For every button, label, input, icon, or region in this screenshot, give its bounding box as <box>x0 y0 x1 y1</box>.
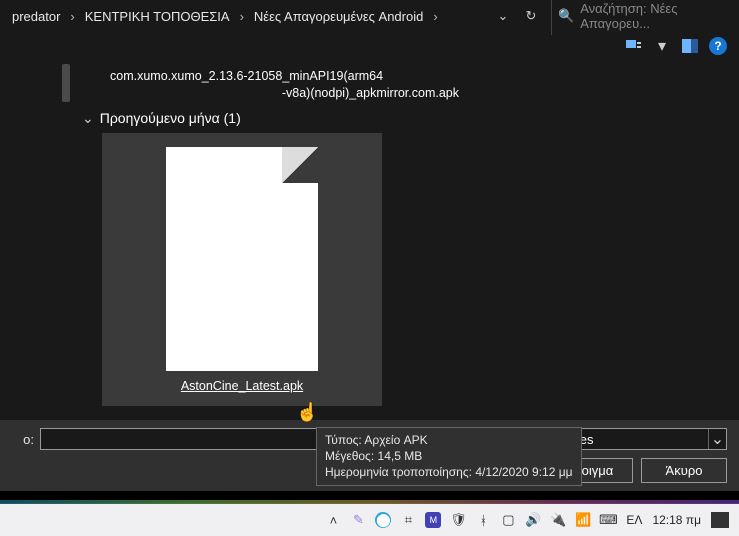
dropdown-icon[interactable]: ▾ <box>653 37 671 55</box>
file-list-area: com.xumo.xumo_2.13.6-21058_minAPI19(arm6… <box>0 60 739 420</box>
chevron-right-icon: › <box>238 9 246 24</box>
notifications-icon[interactable] <box>711 512 729 528</box>
group-header[interactable]: ⌄ Προηγούμενο μήνα (1) <box>78 102 739 131</box>
chevron-right-icon: › <box>431 9 439 24</box>
app-icon[interactable]: M <box>425 512 441 528</box>
file-name-overflow: com.xumo.xumo_2.13.6-21058_minAPI19(arm6… <box>78 68 739 102</box>
cancel-button[interactable]: Άκυρο <box>641 458 727 483</box>
filename-label: ο: <box>12 432 34 447</box>
help-icon[interactable]: ? <box>709 37 727 55</box>
app-icon[interactable]: ⬤ <box>375 512 391 528</box>
volume-icon[interactable]: 🔊 <box>525 512 541 528</box>
breadcrumb-item[interactable]: ΚΕΝΤΡΙΚΗ ΤΟΠΟΘΕΣΙΑ <box>81 7 234 26</box>
bluetooth-icon[interactable]: ᚼ <box>475 512 491 528</box>
slack-icon[interactable]: ⌗ <box>400 512 416 528</box>
search-icon: 🔍 <box>558 8 574 24</box>
document-icon <box>166 147 318 371</box>
search-placeholder: Αναζήτηση: Νέες Απαγορευ... <box>580 1 725 31</box>
view-toolbar: ▾ ? <box>0 32 739 60</box>
refresh-icon[interactable]: ↻ <box>523 8 539 24</box>
pen-icon[interactable]: ✎ <box>350 512 366 528</box>
keyboard-icon[interactable]: ⌨ <box>600 512 616 528</box>
breadcrumb-item[interactable]: Νέες Απαγορευμένες Android <box>250 7 427 26</box>
chevron-down-icon: ⌄ <box>82 110 94 127</box>
history-dropdown-icon[interactable]: ⌄ <box>495 8 511 24</box>
breadcrumb-item[interactable]: predator <box>8 7 64 26</box>
language-indicator[interactable]: ΕΛ <box>626 513 642 527</box>
search-input[interactable]: 🔍 Αναζήτηση: Νέες Απαγορευ... <box>551 0 731 35</box>
preview-pane-icon[interactable] <box>681 37 699 55</box>
scrollbar[interactable] <box>0 60 74 420</box>
chevron-down-icon[interactable]: ⌄ <box>708 429 726 449</box>
file-item[interactable]: AstonCine_Latest.apk <box>102 133 382 406</box>
cast-icon[interactable]: ▢ <box>500 512 516 528</box>
taskbar[interactable]: ˄ ✎ ⬤ ⌗ M 🛡 ᚼ ▢ 🔊 🔌 📶 ⌨ ΕΛ 12:18 πμ <box>0 504 739 536</box>
security-icon[interactable]: 🛡 <box>450 512 466 528</box>
group-label: Προηγούμενο μήνα (1) <box>100 110 241 126</box>
address-bar: predator › ΚΕΝΤΡΙΚΗ ΤΟΠΟΘΕΣΙΑ › Νέες Απα… <box>0 0 739 32</box>
chevron-right-icon: › <box>68 9 76 24</box>
view-options-icon[interactable] <box>625 37 643 55</box>
wifi-icon[interactable]: 📶 <box>575 512 591 528</box>
clock[interactable]: 12:18 πμ <box>652 513 701 527</box>
file-name-label: AstonCine_Latest.apk <box>181 379 303 393</box>
system-tray: ˄ ✎ ⬤ ⌗ M 🛡 ᚼ ▢ 🔊 🔌 📶 ⌨ <box>325 512 616 528</box>
power-icon[interactable]: 🔌 <box>550 512 566 528</box>
tray-chevron-icon[interactable]: ˄ <box>325 512 341 528</box>
breadcrumb[interactable]: predator › ΚΕΝΤΡΙΚΗ ΤΟΠΟΘΕΣΙΑ › Νέες Απα… <box>8 7 495 26</box>
file-tooltip: Τύπος: Αρχείο APK Μέγεθος: 14,5 MB Ημερο… <box>316 427 582 486</box>
